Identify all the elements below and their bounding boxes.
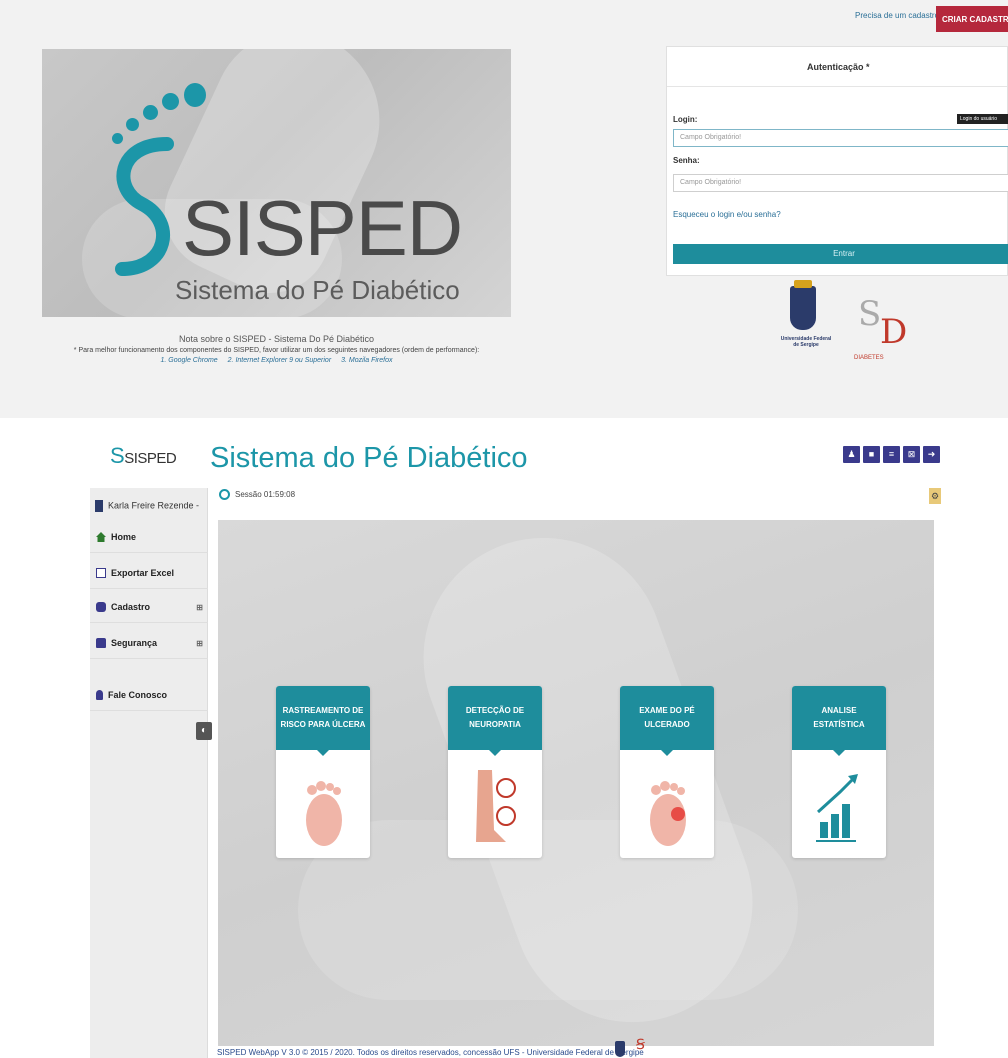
expand-icon[interactable]: ⊞ (196, 639, 203, 648)
database-icon (96, 602, 106, 612)
sbd-d-glyph: D (880, 312, 908, 352)
foot-background (298, 820, 798, 1000)
browser-note: Nota sobre o SISPED - Sistema Do Pé Diab… (0, 334, 553, 364)
user-icon[interactable]: ♟ (843, 446, 860, 463)
growth-chart-icon (816, 774, 858, 842)
sbd-logo-text: DIABETES (854, 355, 884, 361)
card-rastreamento[interactable]: RASTREAMENTO DE RISCO PARA ÚLCERA (276, 686, 370, 858)
browser-link-ie[interactable]: 2. Internet Explorer 9 ou Superior (228, 357, 332, 364)
sbd-s-glyph: S (858, 294, 882, 334)
app-title: Sistema do Pé Diabético (210, 442, 528, 474)
logo-subtitle: Sistema do Pé Diabético (175, 275, 460, 305)
sidebar-item-fale-conosco[interactable]: Fale Conosco (90, 680, 208, 711)
auth-title: Autenticação * (667, 47, 1007, 87)
card-title-line: NEUROPATIA (469, 719, 521, 729)
card-analise[interactable]: ANALISE ESTATÍSTICA (792, 686, 886, 858)
user-name: Karla Freire Rezende - (95, 500, 199, 512)
sidebar-item-cadastro[interactable]: Cadastro ⊞ (90, 592, 208, 623)
card-title: ANALISE ESTATÍSTICA (792, 686, 886, 756)
authentication-panel: Autenticação * Login: Login do usuário C… (666, 46, 1008, 276)
logo-wordmark: SISPED (182, 184, 463, 272)
browser-link-chrome[interactable]: 1. Google Chrome (161, 357, 218, 364)
sitemap-icon[interactable]: ⊠ (903, 446, 920, 463)
login-input[interactable]: Campo Obrigatório! (673, 129, 1008, 147)
card-title: EXAME DO PÉ ULCERADO (620, 686, 714, 756)
create-account-button[interactable]: CRIAR CADASTRO (936, 6, 1008, 32)
microphone-icon (96, 690, 103, 700)
password-input[interactable]: Campo Obrigatório! (673, 174, 1008, 192)
card-title-line: ULCERADO (644, 719, 690, 729)
logout-icon[interactable]: ➜ (923, 446, 940, 463)
card-title: DETECÇÃO DE NEUROPATIA (448, 686, 542, 756)
list-icon[interactable]: ≡ (883, 446, 900, 463)
sisped-hero-logo: SISPED Sistema do Pé Diabético (42, 49, 511, 317)
forgot-password-link[interactable]: Esqueceu o login e/ou senha? (673, 210, 781, 219)
ufs-emblem-icon (790, 280, 816, 330)
excel-icon (96, 568, 106, 578)
sbd-logo: S D DIABETES (850, 290, 910, 370)
card-title-line: RISCO PARA ÚLCERA (280, 719, 366, 729)
card-neuropatia[interactable]: DETECÇÃO DE NEUROPATIA (448, 686, 542, 858)
ulcer-foot-icon (650, 781, 686, 846)
note-title: Nota sobre o SISPED - Sistema Do Pé Diab… (178, 334, 375, 344)
user-avatar-icon (95, 500, 103, 512)
enter-button[interactable]: Entrar (673, 244, 1008, 264)
ufs-footer-icon (615, 1041, 625, 1057)
session-text: Sessão 01:59:08 (235, 490, 296, 499)
ufs-logo-text: Universidade Federal de Sergipe (780, 336, 832, 348)
lock-icon[interactable]: ■ (863, 446, 880, 463)
gear-icon[interactable]: ⚙ (929, 488, 941, 504)
sidebar-item-seguranca[interactable]: Segurança ⊞ (90, 628, 208, 659)
browser-link-firefox[interactable]: 3. Mozila Firefox (341, 357, 392, 364)
ufs-logo: Universidade Federal de Sergipe (780, 280, 831, 366)
login-badge: Login do usuário (957, 114, 1008, 124)
clock-icon (219, 489, 230, 500)
footer-text: SISPED WebApp V 3.0 © 2015 / 2020. Todos… (217, 1048, 644, 1057)
sidebar-item-label: Home (111, 532, 137, 542)
note-text: * Para melhor funcionamento dos componen… (73, 347, 480, 354)
sidebar-item-home[interactable]: Home (90, 522, 208, 553)
register-prompt-link[interactable]: Precisa de um cadastro? (855, 11, 944, 20)
collapse-sidebar-button[interactable]: ◐ (196, 722, 212, 740)
card-title-line: ESTATÍSTICA (813, 719, 865, 729)
card-title-line: DETECÇÃO DE (465, 706, 525, 715)
foot-sole-icon (306, 781, 342, 846)
sidebar-item-label: Cadastro (111, 602, 151, 612)
card-exame-pe[interactable]: EXAME DO PÉ ULCERADO (620, 686, 714, 858)
sidebar-item-label: Exportar Excel (111, 568, 175, 578)
app-logo[interactable]: SSISPED (110, 443, 177, 469)
sidebar-item-label: Fale Conosco (108, 690, 168, 700)
lock-icon (96, 638, 106, 648)
sbd-footer-icon: Ꞩ (636, 1037, 645, 1053)
login-label: Login: (673, 115, 698, 124)
browser-links: 1. Google Chrome 2. Internet Explorer 9 … (0, 357, 553, 364)
expand-icon[interactable]: ⊞ (196, 603, 203, 612)
login-page: Precisa de um cadastro? CRIAR CADASTRO S… (0, 0, 1008, 418)
session-timer: Sessão 01:59:08 (219, 489, 295, 500)
user-name-text: Karla Freire Rezende - (108, 500, 200, 511)
password-label: Senha: (673, 156, 700, 165)
home-icon (96, 532, 106, 542)
card-title-line: ANALISE (821, 706, 857, 715)
nerve-foot-icon (476, 770, 516, 842)
sidebar-item-export-excel[interactable]: Exportar Excel (90, 558, 208, 589)
card-title: RASTREAMENTO DE RISCO PARA ÚLCERA (276, 686, 370, 756)
screenshot-root: Precisa de um cadastro? CRIAR CADASTRO S… (0, 0, 1008, 1058)
sidebar-item-label: Segurança (111, 638, 158, 648)
app-logo-text: SISPED (124, 450, 177, 467)
card-title-line: RASTREAMENTO DE (282, 706, 364, 715)
card-title-line: EXAME DO PÉ (639, 706, 695, 715)
